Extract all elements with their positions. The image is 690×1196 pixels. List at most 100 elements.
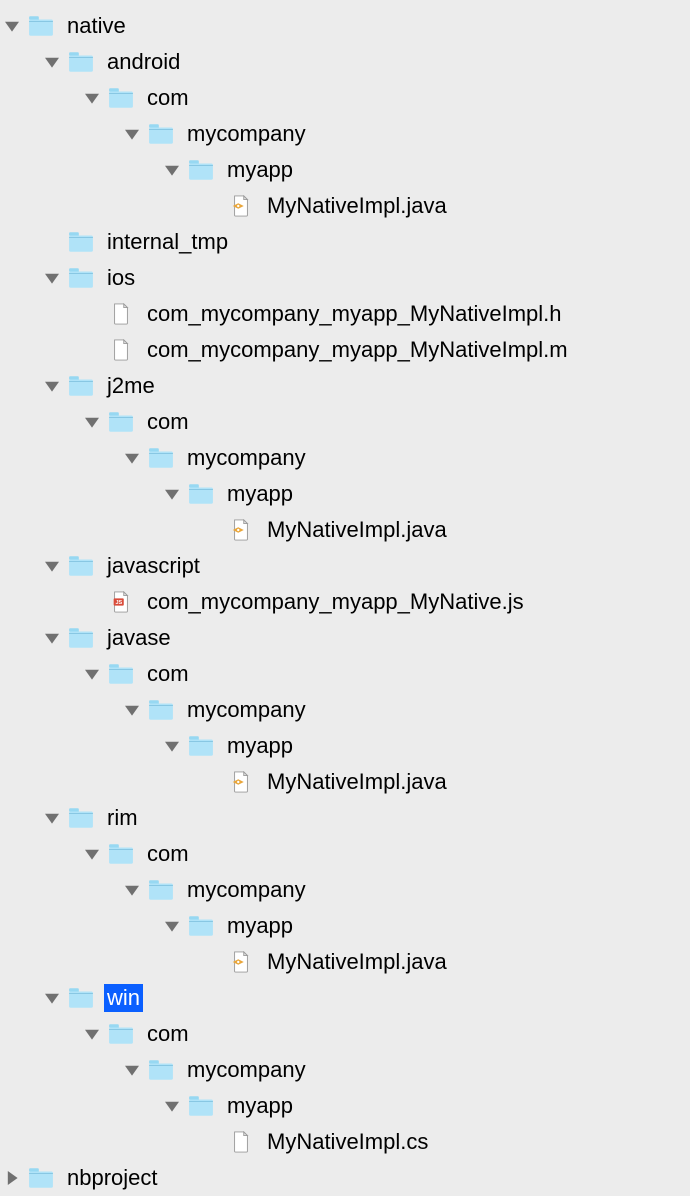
tree-item-label[interactable]: com bbox=[144, 840, 192, 868]
tree-row[interactable]: com_mycompany_myapp_MyNativeImpl.m bbox=[0, 332, 690, 368]
tree-item-label[interactable]: com_mycompany_myapp_MyNative.js bbox=[144, 588, 527, 616]
tree-item-label[interactable]: j2me bbox=[104, 372, 158, 400]
tree-row[interactable]: internal_tmp bbox=[0, 224, 690, 260]
tree-row[interactable]: com bbox=[0, 1016, 690, 1052]
tree-item-label[interactable]: MyNativeImpl.cs bbox=[264, 1128, 431, 1156]
tree-item-label[interactable]: mycompany bbox=[184, 120, 309, 148]
tree-row[interactable]: android bbox=[0, 44, 690, 80]
tree-row[interactable]: com bbox=[0, 80, 690, 116]
tree-row[interactable]: native bbox=[0, 8, 690, 44]
folder-icon bbox=[108, 409, 134, 435]
java-file-icon bbox=[228, 517, 254, 543]
tree-item-label[interactable]: ios bbox=[104, 264, 138, 292]
tree-row[interactable]: rim bbox=[0, 800, 690, 836]
tree-row[interactable]: MyNativeImpl.java bbox=[0, 764, 690, 800]
tree-row[interactable]: javascript bbox=[0, 548, 690, 584]
folder-icon bbox=[28, 13, 54, 39]
tree-item-label[interactable]: com bbox=[144, 1020, 192, 1048]
disclosure-triangle-icon[interactable] bbox=[40, 554, 64, 578]
tree-row[interactable]: mycompany bbox=[0, 872, 690, 908]
tree-row[interactable]: ios bbox=[0, 260, 690, 296]
disclosure-triangle-icon[interactable] bbox=[160, 158, 184, 182]
disclosure-triangle-icon[interactable] bbox=[80, 1022, 104, 1046]
tree-row[interactable]: com bbox=[0, 656, 690, 692]
disclosure-triangle-icon[interactable] bbox=[160, 914, 184, 938]
disclosure-triangle-icon[interactable] bbox=[40, 986, 64, 1010]
disclosure-triangle-icon[interactable] bbox=[40, 266, 64, 290]
tree-row[interactable]: mycompany bbox=[0, 116, 690, 152]
tree-item-label[interactable]: internal_tmp bbox=[104, 228, 231, 256]
tree-item-label[interactable]: nbproject bbox=[64, 1164, 161, 1192]
tree-item-label[interactable]: com bbox=[144, 408, 192, 436]
tree-item-label[interactable]: myapp bbox=[224, 156, 296, 184]
tree-row[interactable]: mycompany bbox=[0, 692, 690, 728]
tree-row[interactable]: j2me bbox=[0, 368, 690, 404]
tree-item-label[interactable]: MyNativeImpl.java bbox=[264, 192, 450, 220]
tree-item-label[interactable]: rim bbox=[104, 804, 141, 832]
folder-icon bbox=[188, 481, 214, 507]
tree-item-label[interactable]: javascript bbox=[104, 552, 203, 580]
folder-icon bbox=[108, 841, 134, 867]
tree-item-label[interactable]: mycompany bbox=[184, 1056, 309, 1084]
disclosure-triangle-icon[interactable] bbox=[120, 878, 144, 902]
tree-item-label[interactable]: javase bbox=[104, 624, 174, 652]
tree-item-label[interactable]: mycompany bbox=[184, 876, 309, 904]
tree-row[interactable]: nbproject bbox=[0, 1160, 690, 1196]
file-icon bbox=[108, 337, 134, 363]
tree-row[interactable]: com_mycompany_myapp_MyNative.js bbox=[0, 584, 690, 620]
disclosure-triangle-icon[interactable] bbox=[160, 734, 184, 758]
tree-item-label[interactable]: myapp bbox=[224, 480, 296, 508]
disclosure-triangle-icon[interactable] bbox=[40, 50, 64, 74]
tree-row[interactable]: mycompany bbox=[0, 1052, 690, 1088]
tree-row[interactable]: com_mycompany_myapp_MyNativeImpl.h bbox=[0, 296, 690, 332]
tree-row[interactable]: myapp bbox=[0, 1088, 690, 1124]
disclosure-triangle-icon[interactable] bbox=[0, 1166, 24, 1190]
disclosure-triangle-icon[interactable] bbox=[120, 698, 144, 722]
tree-row[interactable]: myapp bbox=[0, 728, 690, 764]
tree-item-label[interactable]: mycompany bbox=[184, 696, 309, 724]
disclosure-triangle-icon[interactable] bbox=[40, 374, 64, 398]
tree-item-label[interactable]: MyNativeImpl.java bbox=[264, 516, 450, 544]
disclosure-triangle-icon[interactable] bbox=[120, 122, 144, 146]
tree-row[interactable]: mycompany bbox=[0, 440, 690, 476]
tree-row[interactable]: myapp bbox=[0, 908, 690, 944]
disclosure-triangle-icon[interactable] bbox=[120, 446, 144, 470]
tree-item-label[interactable]: mycompany bbox=[184, 444, 309, 472]
tree-row[interactable]: MyNativeImpl.java bbox=[0, 512, 690, 548]
tree-row[interactable]: com bbox=[0, 836, 690, 872]
java-file-icon bbox=[228, 949, 254, 975]
disclosure-triangle-icon[interactable] bbox=[80, 842, 104, 866]
tree-row[interactable]: javase bbox=[0, 620, 690, 656]
tree-item-label[interactable]: android bbox=[104, 48, 183, 76]
tree-item-label[interactable]: com_mycompany_myapp_MyNativeImpl.h bbox=[144, 300, 565, 328]
tree-item-label[interactable]: com bbox=[144, 84, 192, 112]
tree-item-label[interactable]: myapp bbox=[224, 732, 296, 760]
tree-row[interactable]: com bbox=[0, 404, 690, 440]
disclosure-triangle-icon[interactable] bbox=[120, 1058, 144, 1082]
disclosure-triangle-icon[interactable] bbox=[160, 1094, 184, 1118]
tree-row[interactable]: myapp bbox=[0, 152, 690, 188]
folder-icon bbox=[148, 697, 174, 723]
tree-item-label[interactable]: com_mycompany_myapp_MyNativeImpl.m bbox=[144, 336, 571, 364]
disclosure-triangle-icon[interactable] bbox=[80, 86, 104, 110]
disclosure-triangle-icon[interactable] bbox=[40, 626, 64, 650]
tree-item-label[interactable]: native bbox=[64, 12, 129, 40]
tree-row[interactable]: MyNativeImpl.java bbox=[0, 188, 690, 224]
tree-item-label[interactable]: myapp bbox=[224, 1092, 296, 1120]
disclosure-triangle-icon[interactable] bbox=[80, 662, 104, 686]
tree-item-label[interactable]: win bbox=[104, 984, 143, 1012]
disclosure-triangle-icon[interactable] bbox=[160, 482, 184, 506]
folder-icon bbox=[188, 733, 214, 759]
disclosure-triangle-icon[interactable] bbox=[40, 806, 64, 830]
disclosure-triangle-icon[interactable] bbox=[80, 410, 104, 434]
java-file-icon bbox=[228, 769, 254, 795]
disclosure-triangle-icon[interactable] bbox=[0, 14, 24, 38]
tree-row[interactable]: myapp bbox=[0, 476, 690, 512]
tree-row[interactable]: MyNativeImpl.java bbox=[0, 944, 690, 980]
tree-item-label[interactable]: com bbox=[144, 660, 192, 688]
tree-item-label[interactable]: myapp bbox=[224, 912, 296, 940]
tree-item-label[interactable]: MyNativeImpl.java bbox=[264, 948, 450, 976]
tree-item-label[interactable]: MyNativeImpl.java bbox=[264, 768, 450, 796]
tree-row[interactable]: win bbox=[0, 980, 690, 1016]
tree-row[interactable]: MyNativeImpl.cs bbox=[0, 1124, 690, 1160]
